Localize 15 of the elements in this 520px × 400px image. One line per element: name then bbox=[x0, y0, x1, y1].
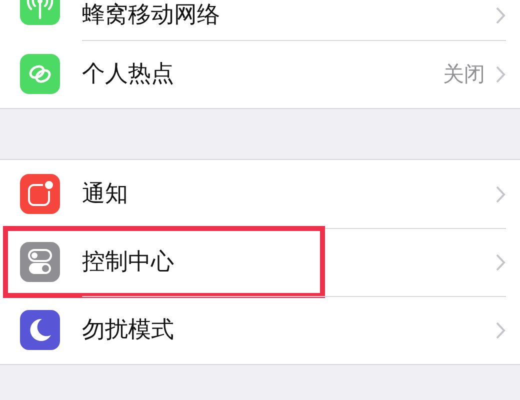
setting-label[interactable]: 蜂窝移动网络 bbox=[82, 0, 495, 32]
chevron-icon bbox=[495, 65, 506, 84]
chevron-icon bbox=[495, 321, 506, 340]
moon-icon bbox=[20, 310, 60, 350]
notification-icon bbox=[20, 174, 60, 214]
link-icon bbox=[20, 54, 60, 94]
chevron-icon bbox=[495, 6, 506, 24]
toggles-icon bbox=[20, 242, 60, 282]
setting-label[interactable]: 控制中心 bbox=[82, 245, 495, 280]
setting-label[interactable]: 通知 bbox=[82, 176, 495, 212]
setting-value: 关闭 bbox=[443, 60, 485, 88]
setting-label[interactable]: 个人热点 bbox=[82, 57, 443, 92]
chevron-icon bbox=[495, 184, 506, 204]
chevron-icon bbox=[495, 253, 506, 272]
setting-label[interactable]: 勿扰模式 bbox=[82, 313, 495, 348]
